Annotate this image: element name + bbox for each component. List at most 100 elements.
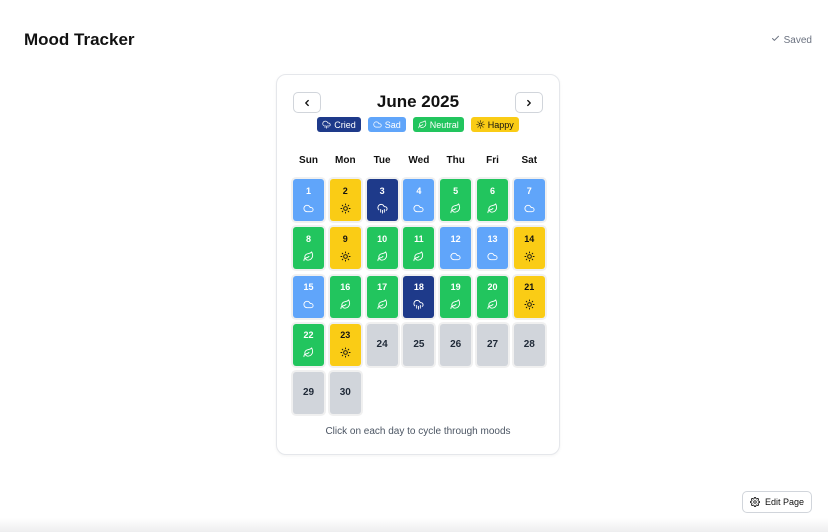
day-number: 27: [486, 338, 499, 350]
day-number: 20: [487, 282, 498, 293]
day-number: 29: [302, 387, 315, 399]
calendar-day[interactable]: 22: [293, 323, 324, 366]
sun-icon: [340, 196, 351, 214]
next-month-button[interactable]: [515, 92, 543, 113]
weekday-label: Wed: [408, 155, 430, 166]
calendar-card: June 2025 Cried Sad Neutral Happy Sun Mon Tue…: [276, 74, 560, 455]
calendar-day[interactable]: 8: [293, 227, 324, 270]
sun-icon: [340, 244, 351, 262]
day-number: 24: [376, 338, 388, 350]
calendar-day[interactable]: 20: [477, 275, 508, 318]
weekday-label: Fri: [486, 155, 499, 166]
day-number: 8: [305, 233, 311, 244]
weekday-label: Sat: [521, 155, 538, 166]
calendar-day[interactable]: 10: [366, 227, 398, 270]
legend-item-happy: Happy: [470, 117, 519, 132]
calendar-day[interactable]: 26: [440, 323, 472, 366]
weekday-label: Mon: [335, 155, 356, 166]
legend-label: Cried: [334, 119, 356, 130]
leaf-icon: [377, 244, 388, 262]
calendar-day[interactable]: 15: [293, 275, 324, 318]
leaf-icon: [303, 340, 314, 358]
weekday-header: Sun Mon Tue Wed Thu Fri Sat: [293, 155, 545, 167]
leaf-icon: [450, 196, 461, 214]
chevron-right-icon: [524, 98, 534, 108]
calendar-day[interactable]: 2: [329, 179, 361, 221]
leaf-icon: [413, 244, 424, 262]
app-title: Mood Tracker: [24, 30, 135, 49]
calendar-day[interactable]: 27: [477, 323, 508, 366]
day-number: 30: [339, 387, 351, 399]
leaf-icon: [303, 244, 314, 262]
day-number: 9: [342, 233, 348, 244]
saved-label: Saved: [783, 34, 812, 46]
weekday-label: Tue: [373, 155, 391, 166]
calendar-day[interactable]: 12: [440, 227, 472, 270]
sun-icon: [524, 292, 535, 310]
sun-icon: [524, 244, 535, 262]
day-number: 23: [340, 330, 351, 341]
calendar-day[interactable]: 17: [366, 275, 398, 318]
day-number: 17: [377, 282, 388, 293]
weekday-label: Sun: [299, 155, 318, 166]
day-number: 10: [377, 233, 388, 244]
day-number: 18: [413, 282, 424, 293]
calendar-day[interactable]: 21: [513, 275, 545, 318]
calendar-day[interactable]: 25: [403, 323, 435, 366]
day-number: 22: [303, 330, 314, 341]
calendar-day[interactable]: 16: [329, 275, 361, 318]
calendar-day[interactable]: 6: [477, 179, 508, 221]
calendar-day[interactable]: 9: [329, 227, 361, 270]
calendar-day[interactable]: 4: [403, 179, 435, 221]
legend-item-neutral: Neutral: [412, 117, 464, 132]
calendar-day[interactable]: 19: [440, 275, 472, 318]
calendar-day[interactable]: 13: [477, 227, 508, 270]
day-number: 6: [489, 185, 495, 196]
gear-icon: [749, 497, 760, 507]
leaf-icon: [340, 292, 351, 310]
day-number: 11: [414, 233, 424, 244]
edit-page-button[interactable]: Edit Page: [742, 491, 812, 513]
day-number: 3: [379, 185, 385, 196]
calendar-day[interactable]: 24: [366, 323, 398, 366]
leaf-icon: [487, 292, 498, 310]
cloud-rain-icon: [413, 292, 424, 310]
day-number: 15: [303, 282, 314, 293]
calendar-day[interactable]: 14: [513, 227, 545, 270]
calendar-day[interactable]: 1: [293, 179, 324, 221]
calendar-day[interactable]: 18: [403, 275, 435, 318]
edit-page-label: Edit Page: [764, 497, 805, 507]
calendar-day[interactable]: 29: [293, 372, 324, 415]
calendar-day[interactable]: 30: [329, 372, 361, 415]
calendar-day[interactable]: 7: [513, 179, 545, 221]
weekday-label: Thu: [446, 155, 465, 166]
leaf-icon: [377, 292, 388, 310]
day-number: 14: [524, 233, 535, 244]
cloud-icon: [487, 244, 498, 262]
cloud-rain-icon: [377, 196, 388, 214]
day-number: 12: [450, 233, 461, 244]
check-icon: [771, 34, 780, 46]
day-number: 1: [305, 185, 311, 196]
calendar-day[interactable]: 5: [440, 179, 472, 221]
legend-label: Happy: [487, 119, 514, 130]
sun-icon: [476, 120, 485, 129]
day-number: 19: [450, 282, 461, 293]
calendar-grid: 1 2 3 4 5 6 7 8 9 10 11 12 13 14 15 16 17 18 19 20 21 22 23 24 2…: [293, 179, 545, 415]
day-number: 28: [523, 338, 535, 350]
day-number: 2: [342, 185, 348, 196]
legend-label: Sad: [384, 119, 401, 130]
calendar-day[interactable]: 28: [513, 323, 545, 366]
sun-icon: [340, 340, 351, 358]
day-number: 13: [487, 233, 498, 244]
cloud-icon: [450, 244, 461, 262]
page-bottom-shade: [0, 518, 828, 532]
day-number: 5: [453, 185, 459, 196]
leaf-icon: [418, 120, 427, 129]
cloud-icon: [413, 196, 424, 214]
calendar-day[interactable]: 11: [403, 227, 435, 270]
leaf-icon: [487, 196, 498, 214]
calendar-day[interactable]: 3: [366, 179, 398, 221]
cloud-icon: [373, 120, 382, 129]
calendar-day[interactable]: 23: [329, 323, 361, 366]
